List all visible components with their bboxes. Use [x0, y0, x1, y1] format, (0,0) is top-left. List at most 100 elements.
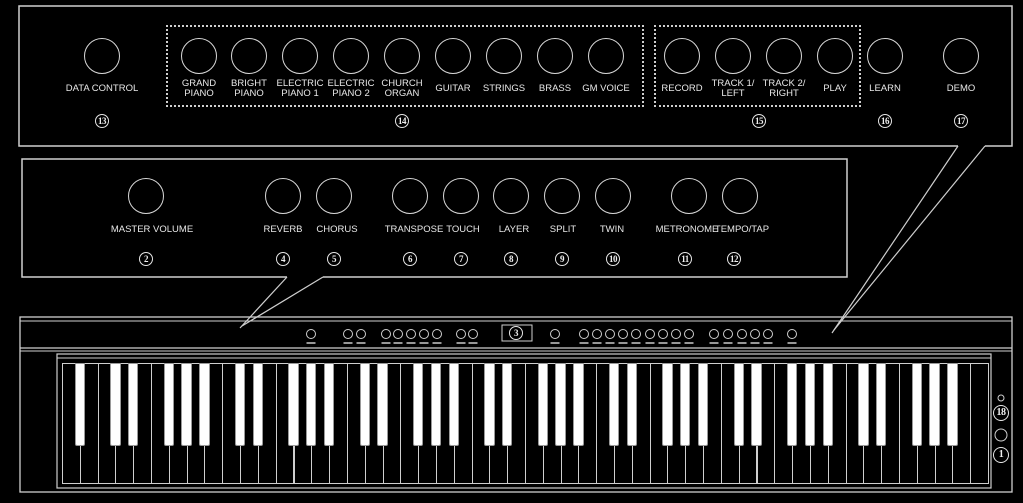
mini-guitar-button[interactable] — [645, 329, 655, 339]
mini-learn-button[interactable] — [763, 329, 773, 339]
callout-13: 13 — [95, 114, 109, 128]
mini-data-control-button[interactable] — [550, 329, 560, 339]
callout-6: 6 — [403, 252, 417, 266]
master-volume-knob[interactable] — [128, 178, 164, 214]
black-key[interactable] — [875, 363, 887, 446]
electric-piano-1-button[interactable] — [282, 38, 318, 74]
tempo-tap-button[interactable] — [722, 178, 758, 214]
mini-tempo-tap-button[interactable] — [468, 329, 478, 339]
mini-transpose-button[interactable] — [381, 329, 391, 339]
black-key[interactable] — [484, 363, 495, 446]
black-key[interactable] — [555, 363, 566, 446]
black-key[interactable] — [252, 363, 264, 446]
callout-10: 10 — [606, 252, 620, 266]
mini-gm-voice-label — [684, 342, 694, 344]
black-key[interactable] — [448, 363, 459, 446]
black-key[interactable] — [751, 363, 762, 446]
record-button[interactable] — [664, 38, 700, 74]
church-organ-button[interactable] — [384, 38, 420, 74]
black-key[interactable] — [377, 363, 388, 446]
black-key[interactable] — [537, 363, 548, 446]
mini-split-label — [419, 342, 429, 344]
mini-electric-piano-1-button[interactable] — [605, 329, 615, 339]
power-button[interactable] — [994, 428, 1008, 442]
twin-button[interactable] — [595, 178, 631, 214]
brass-button[interactable] — [537, 38, 573, 74]
reverb-button[interactable] — [265, 178, 301, 214]
demo-button[interactable] — [943, 38, 979, 74]
black-key[interactable] — [786, 363, 798, 446]
mini-demo-button[interactable] — [787, 329, 797, 339]
black-key[interactable] — [911, 363, 922, 446]
mini-electric-piano-2-button[interactable] — [618, 329, 628, 339]
mini-play-button[interactable] — [750, 329, 760, 339]
guitar-button[interactable] — [435, 38, 471, 74]
black-key[interactable] — [306, 363, 317, 446]
black-key[interactable] — [502, 363, 513, 446]
mini-grand-piano-button[interactable] — [579, 329, 589, 339]
split-button[interactable] — [544, 178, 580, 214]
black-key[interactable] — [858, 363, 869, 446]
black-key[interactable] — [412, 363, 424, 446]
strings-button[interactable] — [486, 38, 522, 74]
mini-track-1-left-button[interactable] — [723, 329, 733, 339]
black-key[interactable] — [323, 363, 335, 446]
black-key[interactable] — [697, 363, 709, 446]
mini-split-button[interactable] — [419, 329, 429, 339]
mini-layer-button[interactable] — [406, 329, 416, 339]
callout-15: 15 — [752, 114, 766, 128]
black-key[interactable] — [74, 363, 85, 446]
data-control-knob[interactable] — [84, 38, 120, 74]
mini-church-organ-label — [631, 342, 641, 344]
black-key[interactable] — [430, 363, 442, 446]
metronome-button[interactable] — [671, 178, 707, 214]
aux-in-jack[interactable] — [997, 394, 1005, 402]
black-key[interactable] — [288, 363, 299, 446]
electric-piano-2-button[interactable] — [333, 38, 369, 74]
black-key[interactable] — [804, 363, 816, 446]
white-key[interactable] — [970, 363, 989, 484]
bright-piano-button[interactable] — [231, 38, 267, 74]
mini-chorus-button[interactable] — [356, 329, 366, 339]
callout-1: 1 — [993, 447, 1009, 463]
touch-button[interactable] — [443, 178, 479, 214]
transpose-button[interactable] — [392, 178, 428, 214]
black-key[interactable] — [234, 363, 246, 446]
mini-twin-button[interactable] — [432, 329, 442, 339]
mini-strings-button[interactable] — [658, 329, 668, 339]
layer-button[interactable] — [493, 178, 529, 214]
track-1-left-button[interactable] — [715, 38, 751, 74]
mini-bright-piano-button[interactable] — [592, 329, 602, 339]
mini-learn-label — [763, 342, 773, 344]
learn-button[interactable] — [867, 38, 903, 74]
play-button[interactable] — [817, 38, 853, 74]
black-key[interactable] — [199, 363, 210, 446]
gm-voice-button[interactable] — [588, 38, 624, 74]
mini-church-organ-button[interactable] — [631, 329, 641, 339]
black-key[interactable] — [929, 363, 940, 446]
black-key[interactable] — [573, 363, 584, 446]
mini-gm-voice-button[interactable] — [684, 329, 694, 339]
grand-piano-button[interactable] — [181, 38, 217, 74]
black-key[interactable] — [680, 363, 691, 446]
black-key[interactable] — [626, 363, 637, 446]
black-key[interactable] — [128, 363, 139, 446]
black-key[interactable] — [181, 363, 192, 446]
black-key[interactable] — [110, 363, 121, 446]
mini-touch-button[interactable] — [393, 329, 403, 339]
black-key[interactable] — [733, 363, 744, 446]
black-key[interactable] — [822, 363, 833, 446]
track-2-right-button[interactable] — [766, 38, 802, 74]
chorus-button[interactable] — [316, 178, 352, 214]
mini-record-button[interactable] — [709, 329, 719, 339]
mini-master-volume-button[interactable] — [306, 329, 316, 339]
black-key[interactable] — [608, 363, 620, 446]
mini-brass-button[interactable] — [671, 329, 681, 339]
black-key[interactable] — [947, 363, 958, 446]
mini-metronome-button[interactable] — [456, 329, 466, 339]
black-key[interactable] — [662, 363, 673, 446]
mini-reverb-button[interactable] — [343, 329, 353, 339]
mini-track-2-right-button[interactable] — [737, 329, 747, 339]
black-key[interactable] — [359, 363, 370, 446]
black-key[interactable] — [163, 363, 174, 446]
